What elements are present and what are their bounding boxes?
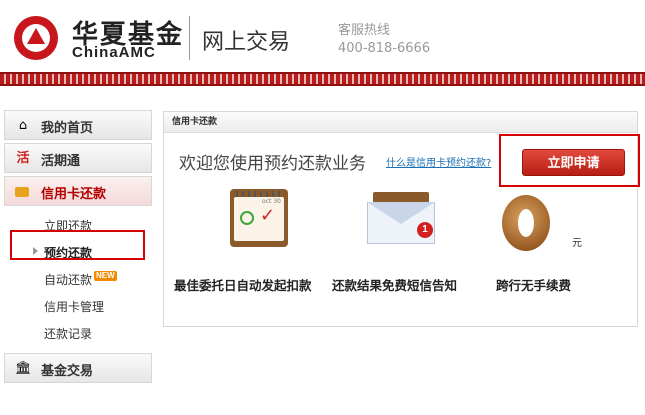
- what-is-link[interactable]: 什么是信用卡预约还款?: [386, 154, 491, 169]
- sidebar-item-home[interactable]: ⌂ 我的首页: [4, 110, 152, 140]
- sidebar-item-huoqitong[interactable]: 活 活期通: [4, 143, 152, 173]
- welcome-text: 欢迎您使用预约还款业务: [179, 154, 366, 174]
- bank-icon: 🏛: [15, 361, 32, 376]
- subnav-item-card-manage[interactable]: 信用卡管理: [4, 293, 156, 320]
- credit-card-icon: [15, 187, 29, 197]
- envelope-icon: 1: [367, 192, 435, 244]
- home-icon: ⌂: [18, 118, 28, 133]
- subnav-item-auto[interactable]: 自动还款 NEW: [4, 266, 156, 293]
- huoqitong-icon: 活: [16, 151, 30, 166]
- new-badge: NEW: [94, 271, 117, 281]
- header-stripe: [0, 72, 645, 86]
- sidebar-item-fund-trade[interactable]: 🏛 基金交易: [4, 353, 152, 383]
- sidebar-item-label: 基金交易: [41, 364, 94, 379]
- hotline-label: 客服热线: [338, 23, 391, 38]
- subnav-item-records[interactable]: 还款记录: [4, 320, 156, 347]
- highlight-scheduled-repay: [10, 230, 145, 260]
- sidebar-item-label: 活期通: [41, 154, 81, 169]
- zero-fee-icon: [502, 195, 550, 251]
- feature-label: 最佳委托日自动发起扣款: [174, 278, 312, 293]
- chinaamc-logo-icon[interactable]: [14, 16, 58, 60]
- calendar-text: oct 30: [262, 198, 281, 205]
- main-panel: 信用卡还款 欢迎您使用预约还款业务 什么是信用卡预约还款? 立即申请 oct 3…: [163, 111, 640, 327]
- apply-button[interactable]: 立即申请: [522, 149, 625, 176]
- hotline-number: 400-818-6666: [338, 41, 431, 56]
- sidebar-item-credit-repay[interactable]: 信用卡还款: [4, 176, 152, 206]
- feature-label: 还款结果免费短信告知: [332, 278, 458, 293]
- yuan-label: 元: [572, 238, 582, 249]
- feature-label: 跨行无手续费: [496, 278, 572, 293]
- hotline: 客服热线 400-818-6666: [338, 22, 430, 58]
- notification-badge: 1: [417, 222, 433, 238]
- sidebar-item-label: 信用卡还款: [41, 187, 107, 202]
- site-title: 网上交易: [202, 30, 291, 55]
- header-divider: [189, 16, 190, 60]
- calendar-icon: oct 30 ✓: [230, 189, 288, 247]
- highlight-apply: 立即申请: [499, 134, 640, 187]
- panel-title: 信用卡还款: [164, 112, 637, 133]
- header: 华夏基金 ChinaAMC 网上交易 客服热线 400-818-6666: [0, 0, 645, 76]
- brand-name-en: ChinaAMC: [72, 44, 156, 61]
- sidebar-item-label: 我的首页: [41, 121, 94, 136]
